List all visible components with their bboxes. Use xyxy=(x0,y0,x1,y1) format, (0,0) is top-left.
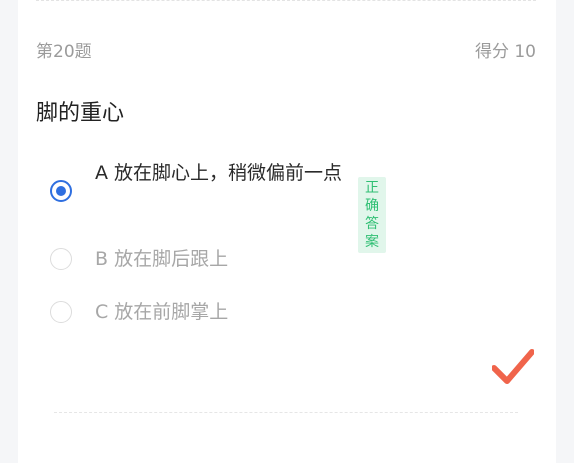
correct-answer-badge: 正确答案 xyxy=(358,177,386,253)
option-c[interactable]: C 放在前脚掌上 xyxy=(50,297,228,328)
option-a[interactable]: A 放在脚心上，稍微偏前一点 正确答案 xyxy=(50,158,386,253)
question-number: 第20题 xyxy=(36,41,92,62)
option-b-text: B 放在脚后跟上 xyxy=(95,248,229,270)
question-header: 第20题 得分 10 xyxy=(36,36,536,62)
radio-unselected-icon[interactable] xyxy=(50,248,72,270)
option-c-text: C 放在前脚掌上 xyxy=(95,301,229,323)
radio-selected-icon[interactable] xyxy=(50,180,72,202)
bottom-divider xyxy=(54,412,518,413)
question-score: 得分 10 xyxy=(474,41,536,62)
question-title: 脚的重心 xyxy=(36,101,125,126)
check-mark-icon xyxy=(492,349,534,384)
option-a-text: A 放在脚心上，稍微偏前一点 xyxy=(95,162,343,184)
question-card: 第20题 得分 10 脚的重心 A 放在脚心上，稍微偏前一点 正确答案 B 放在… xyxy=(18,0,556,463)
option-b[interactable]: B 放在脚后跟上 xyxy=(50,244,228,275)
top-divider xyxy=(36,0,536,1)
radio-unselected-icon[interactable] xyxy=(50,301,72,323)
